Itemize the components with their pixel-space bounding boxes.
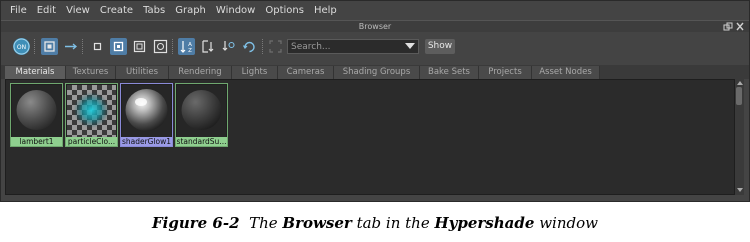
swatch-label: shaderGlow1 [121, 137, 172, 146]
toolbar-separator [172, 39, 174, 54]
tab-bake-sets[interactable]: Bake Sets [420, 66, 479, 79]
browser-toolbar: ON AZ Search... Show [1, 33, 749, 60]
particle-cloud-icon [67, 85, 116, 137]
menu-help[interactable]: Help [309, 5, 342, 16]
swatch-label: particleClo... [66, 137, 117, 146]
scroll-down-icon[interactable] [737, 188, 743, 192]
icon-view-button[interactable] [41, 38, 58, 55]
search-input[interactable] [288, 40, 403, 53]
swatch-lambert1[interactable]: lambert1 [10, 83, 63, 147]
swatch-particle-cloud[interactable]: particleClo... [65, 83, 118, 147]
menu-options[interactable]: Options [260, 5, 309, 16]
tab-utilities[interactable]: Utilities [116, 66, 169, 79]
list-view-icon[interactable] [62, 38, 79, 55]
medium-swatch-icon[interactable] [110, 38, 127, 55]
large-swatch-icon[interactable] [131, 38, 148, 55]
browser-tab-bar: Materials Textures Utilities Rendering L… [1, 65, 749, 79]
close-panel-icon[interactable] [735, 22, 745, 31]
reverse-order-icon[interactable] [241, 38, 258, 55]
hypershade-window: File Edit View Create Tabs Graph Window … [0, 0, 750, 202]
extra-large-swatch-icon[interactable] [152, 38, 169, 55]
tab-projects[interactable]: Projects [479, 66, 532, 79]
toggle-on-button[interactable]: ON [13, 38, 30, 55]
on-label: ON [17, 44, 26, 51]
caption-text-3: window [539, 214, 598, 232]
show-button[interactable]: Show [425, 39, 455, 54]
shader-glow-sphere-icon [122, 85, 171, 137]
materials-panel: lambert1 particleClo... shaderGlow1 stan… [5, 79, 735, 195]
menu-edit[interactable]: Edit [32, 5, 61, 16]
tab-lights[interactable]: Lights [232, 66, 278, 79]
lambert-sphere-icon [12, 85, 61, 137]
search-field[interactable] [287, 39, 419, 54]
swatch-standard-surface[interactable]: standardSu... [175, 83, 228, 147]
swatch-label: lambert1 [11, 137, 62, 146]
standard-surface-sphere-icon [177, 85, 226, 137]
toolbar-separator [34, 39, 36, 54]
caption-text-2: tab in the [356, 214, 430, 232]
chevron-down-icon[interactable] [405, 43, 415, 49]
frame-selected-icon[interactable] [267, 38, 284, 55]
caption-bold-hypershade: Hypershade [434, 214, 535, 232]
figure-number: Figure 6-2 [152, 214, 240, 232]
vertical-scrollbar[interactable] [735, 79, 744, 195]
menu-window[interactable]: Window [211, 5, 260, 16]
tab-shading-groups[interactable]: Shading Groups [334, 66, 420, 79]
menu-create[interactable]: Create [95, 5, 138, 16]
sort-by-type-icon[interactable] [199, 38, 216, 55]
small-swatch-icon[interactable] [89, 38, 106, 55]
menu-view[interactable]: View [61, 5, 95, 16]
svg-text:Z: Z [188, 48, 192, 54]
caption-text-1: The [249, 214, 278, 232]
toolbar-separator [262, 39, 264, 54]
swatch-shader-glow[interactable]: shaderGlow1 [120, 83, 173, 147]
menu-graph[interactable]: Graph [170, 5, 211, 16]
tab-materials[interactable]: Materials [5, 66, 66, 79]
menu-tabs[interactable]: Tabs [138, 5, 170, 16]
panel-title-bar: Browser [1, 20, 749, 32]
float-panel-icon[interactable] [723, 22, 733, 31]
tab-rendering[interactable]: Rendering [169, 66, 232, 79]
tab-cameras[interactable]: Cameras [278, 66, 334, 79]
figure-caption: Figure 6-2 The Browser tab in the Hypers… [0, 214, 750, 232]
menu-bar: File Edit View Create Tabs Graph Window … [1, 1, 749, 20]
menu-file[interactable]: File [5, 5, 32, 16]
panel-title: Browser [358, 22, 392, 31]
toolbar-separator [82, 39, 84, 54]
sort-by-name-icon[interactable]: AZ [178, 38, 195, 55]
tab-textures[interactable]: Textures [66, 66, 116, 79]
scroll-thumb[interactable] [736, 87, 742, 105]
scroll-up-icon[interactable] [737, 81, 743, 85]
tab-asset-nodes[interactable]: Asset Nodes [532, 66, 600, 79]
sort-by-time-icon[interactable] [220, 38, 237, 55]
caption-bold-browser: Browser [282, 214, 352, 232]
swatch-label: standardSu... [176, 137, 227, 146]
